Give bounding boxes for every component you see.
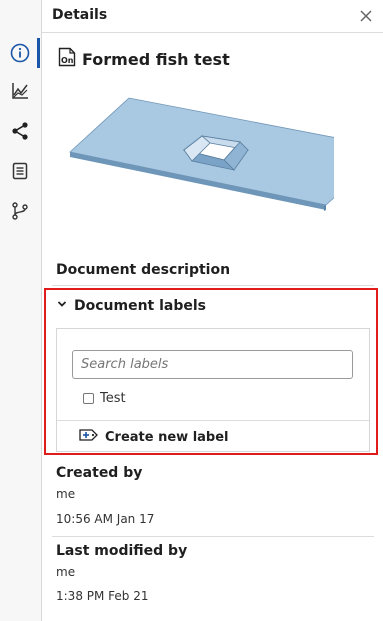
divider: [57, 420, 369, 421]
create-new-label-button[interactable]: Create new label: [79, 428, 229, 446]
details-panel: Details On Formed fish test Document des…: [42, 0, 383, 621]
close-icon[interactable]: [355, 5, 377, 27]
labels-panel: Test Create new label: [56, 328, 370, 452]
label-item[interactable]: Test: [83, 391, 126, 406]
info-icon[interactable]: [8, 41, 32, 65]
panel-title: Details: [52, 7, 108, 23]
divider: [52, 536, 374, 537]
created-time: 10:56 AM Jan 17: [56, 512, 155, 526]
svg-text:On: On: [61, 56, 74, 65]
document-labels-toggle[interactable]: Document labels: [56, 298, 206, 314]
document-title: Formed fish test: [82, 49, 230, 69]
add-label-icon: [79, 428, 99, 446]
label-checkbox[interactable]: [83, 393, 94, 404]
onshape-document-icon: On: [58, 47, 76, 71]
created-by-user: me: [56, 487, 76, 501]
panel-header: Details: [42, 0, 383, 33]
last-modified-label: Last modified by: [56, 543, 188, 559]
chevron-down-icon: [56, 298, 68, 314]
active-indicator: [37, 38, 40, 68]
chart-line-icon[interactable]: [8, 79, 32, 103]
document-thumbnail: [64, 90, 383, 230]
branch-icon[interactable]: [8, 199, 32, 223]
document-description-label[interactable]: Document description: [56, 262, 230, 278]
divider: [52, 285, 374, 286]
last-modified-user: me: [56, 565, 76, 579]
search-labels-input[interactable]: [72, 350, 353, 379]
share-icon[interactable]: [8, 119, 32, 143]
document-title-row: On Formed fish test: [58, 46, 230, 72]
created-by-label: Created by: [56, 465, 143, 481]
document-labels-section: Document labels Test Create new label: [44, 288, 378, 455]
label-item-text: Test: [100, 391, 126, 406]
left-rail: [0, 0, 42, 621]
document-labels-title: Document labels: [74, 298, 207, 314]
last-modified-time: 1:38 PM Feb 21: [56, 589, 149, 603]
document-list-icon[interactable]: [8, 159, 32, 183]
create-new-label-text: Create new label: [105, 429, 229, 445]
